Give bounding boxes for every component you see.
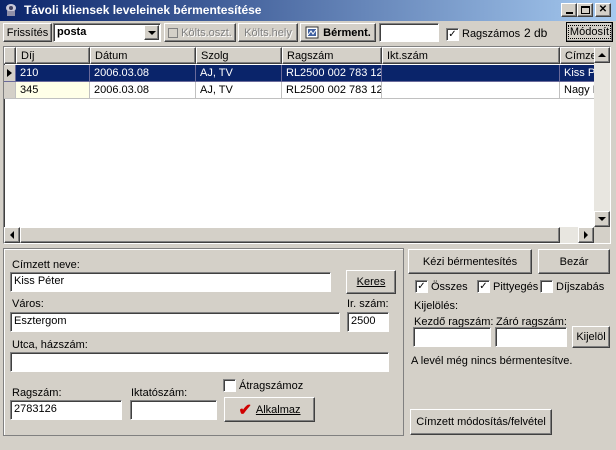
horizontal-scroll-thumb[interactable] [20, 227, 560, 243]
window-title: Távoli kliensek leveleinek bérmentesítés… [24, 3, 262, 17]
cell-fee: 345 [16, 82, 90, 99]
table-row[interactable]: 210 2006.03.08 AJ, TV RL2500 002 783 126… [4, 65, 610, 82]
col-header-date[interactable]: Dátum [90, 47, 196, 64]
recipient-name-field[interactable]: Kiss Péter [10, 272, 331, 292]
stamp-icon [305, 26, 319, 39]
close-icon: ✕ [598, 4, 608, 15]
regno-label: Iktatószám: [131, 387, 188, 399]
renumber-label: Átragszámoz [239, 380, 304, 392]
scroll-left-button[interactable] [4, 227, 20, 243]
regno-field[interactable] [130, 400, 217, 420]
all-checkbox[interactable]: ✓ [415, 280, 428, 293]
cell-date: 2006.03.08 [90, 65, 196, 82]
cost-place-label: Költs.hely [244, 26, 292, 39]
check-icon: ✓ [448, 28, 457, 40]
apply-button[interactable]: ✔ Alkalmaz [224, 397, 315, 422]
stamp-button[interactable]: Bérment. [300, 23, 376, 42]
cell-service: AJ, TV [196, 65, 282, 82]
apply-label: Alkalmaz [255, 403, 301, 416]
recipient-name-label: Címzett neve: [12, 259, 80, 271]
grid-header: Díj Dátum Szolg Ragszám Ikt.szám Címzett [4, 47, 610, 64]
scroll-down-button[interactable] [594, 211, 610, 227]
arrow-down-icon [598, 217, 606, 221]
close-window-button[interactable]: ✕ [595, 3, 611, 17]
select-button[interactable]: Kijelöl [572, 326, 610, 348]
col-header-regno[interactable]: Ikt.szám [382, 47, 560, 64]
cost-place-button[interactable]: Költs.hely [238, 23, 298, 42]
zip-field[interactable]: 2500 [347, 312, 389, 332]
end-barcode-field[interactable] [495, 327, 567, 347]
record-count: 2 db [524, 26, 548, 40]
cell-fee: 210 [16, 65, 90, 82]
cell-barcode: RL2500 002 783 127 [282, 82, 382, 99]
arrow-right-icon [584, 231, 588, 239]
table-row[interactable]: 345 2006.03.08 AJ, TV RL2500 002 783 127… [4, 82, 610, 99]
cell-barcode: RL2500 002 783 126 [282, 65, 382, 82]
refresh-button[interactable]: Frissítés [3, 23, 52, 42]
chevron-down-icon [147, 30, 156, 35]
search-button[interactable]: Keres [346, 270, 396, 294]
barcode-label: Ragszám: [12, 387, 62, 399]
minimize-button[interactable] [561, 3, 577, 17]
mode-select-value: posta [57, 26, 87, 38]
barcode-field[interactable]: 2783126 [10, 400, 122, 420]
row-indicator [4, 65, 16, 82]
fee-calc-checkbox[interactable] [540, 280, 553, 293]
beep-label: Pittyegés [493, 281, 539, 293]
street-field[interactable] [10, 352, 389, 372]
records-grid[interactable]: Díj Dátum Szolg Ragszám Ikt.szám Címzett… [3, 46, 611, 244]
modify-label: Módosít [567, 25, 612, 39]
toolbar-search-field[interactable] [379, 23, 439, 42]
vertical-scrollbar[interactable] [594, 47, 610, 227]
scrollbar-corner [594, 227, 610, 243]
barcodes-label: Ragszámos [462, 28, 521, 40]
cell-regno [382, 82, 560, 99]
close-button[interactable]: Bezár [538, 249, 610, 274]
mode-select[interactable]: posta [53, 23, 161, 42]
search-label: Keres [356, 276, 386, 288]
fee-calc-label: Díjszabás [556, 281, 605, 293]
app-icon [3, 2, 19, 18]
maximize-icon [580, 6, 590, 14]
barcodes-checkbox[interactable]: ✓ [446, 28, 459, 41]
col-header-service[interactable]: Szolg [196, 47, 282, 64]
horizontal-scrollbar[interactable] [4, 227, 594, 243]
city-label: Város: [12, 298, 44, 310]
grid-corner [4, 47, 16, 64]
cost-split-button[interactable]: Költs.oszt. [164, 23, 236, 42]
row-indicator [4, 82, 16, 99]
manual-stamp-button[interactable]: Kézi bérmentesítés [408, 249, 532, 274]
start-barcode-field[interactable] [413, 327, 491, 347]
check-icon: ✓ [479, 280, 488, 292]
recipient-edit-button[interactable]: Címzett módosítás/felvétel [410, 409, 552, 435]
check-icon: ✓ [417, 280, 426, 292]
checkmark-icon: ✔ [238, 401, 252, 419]
title-bar[interactable]: Távoli kliensek leveleinek bérmentesítés… [0, 0, 616, 21]
arrow-left-icon [10, 231, 14, 239]
stamp-label: Bérment. [323, 26, 371, 39]
col-header-barcode[interactable]: Ragszám [282, 47, 382, 64]
cell-service: AJ, TV [196, 82, 282, 99]
cost-split-label: Költs.oszt. [181, 26, 232, 39]
street-label: Utca, házszám: [12, 339, 88, 351]
modify-button[interactable]: Módosít [566, 22, 613, 42]
cost-split-icon [168, 27, 179, 38]
mode-dropdown-button[interactable] [144, 25, 159, 40]
row-pointer-icon [7, 69, 12, 77]
scroll-right-button[interactable] [578, 227, 594, 243]
renumber-checkbox[interactable] [223, 379, 236, 392]
col-header-fee[interactable]: Díj [16, 47, 90, 64]
cell-regno [382, 65, 560, 82]
zip-label: Ir. szám: [347, 298, 389, 310]
maximize-button[interactable] [577, 3, 593, 17]
cell-date: 2006.03.08 [90, 82, 196, 99]
status-text: A levél még nincs bérmentesítve. [411, 355, 573, 367]
beep-checkbox[interactable]: ✓ [477, 280, 490, 293]
all-label: Összes [431, 281, 468, 293]
scroll-up-button[interactable] [594, 47, 610, 63]
minimize-icon [565, 12, 573, 14]
city-field[interactable]: Esztergom [10, 312, 340, 332]
arrow-up-icon [598, 53, 606, 57]
selection-label: Kijelölés: [414, 300, 459, 312]
